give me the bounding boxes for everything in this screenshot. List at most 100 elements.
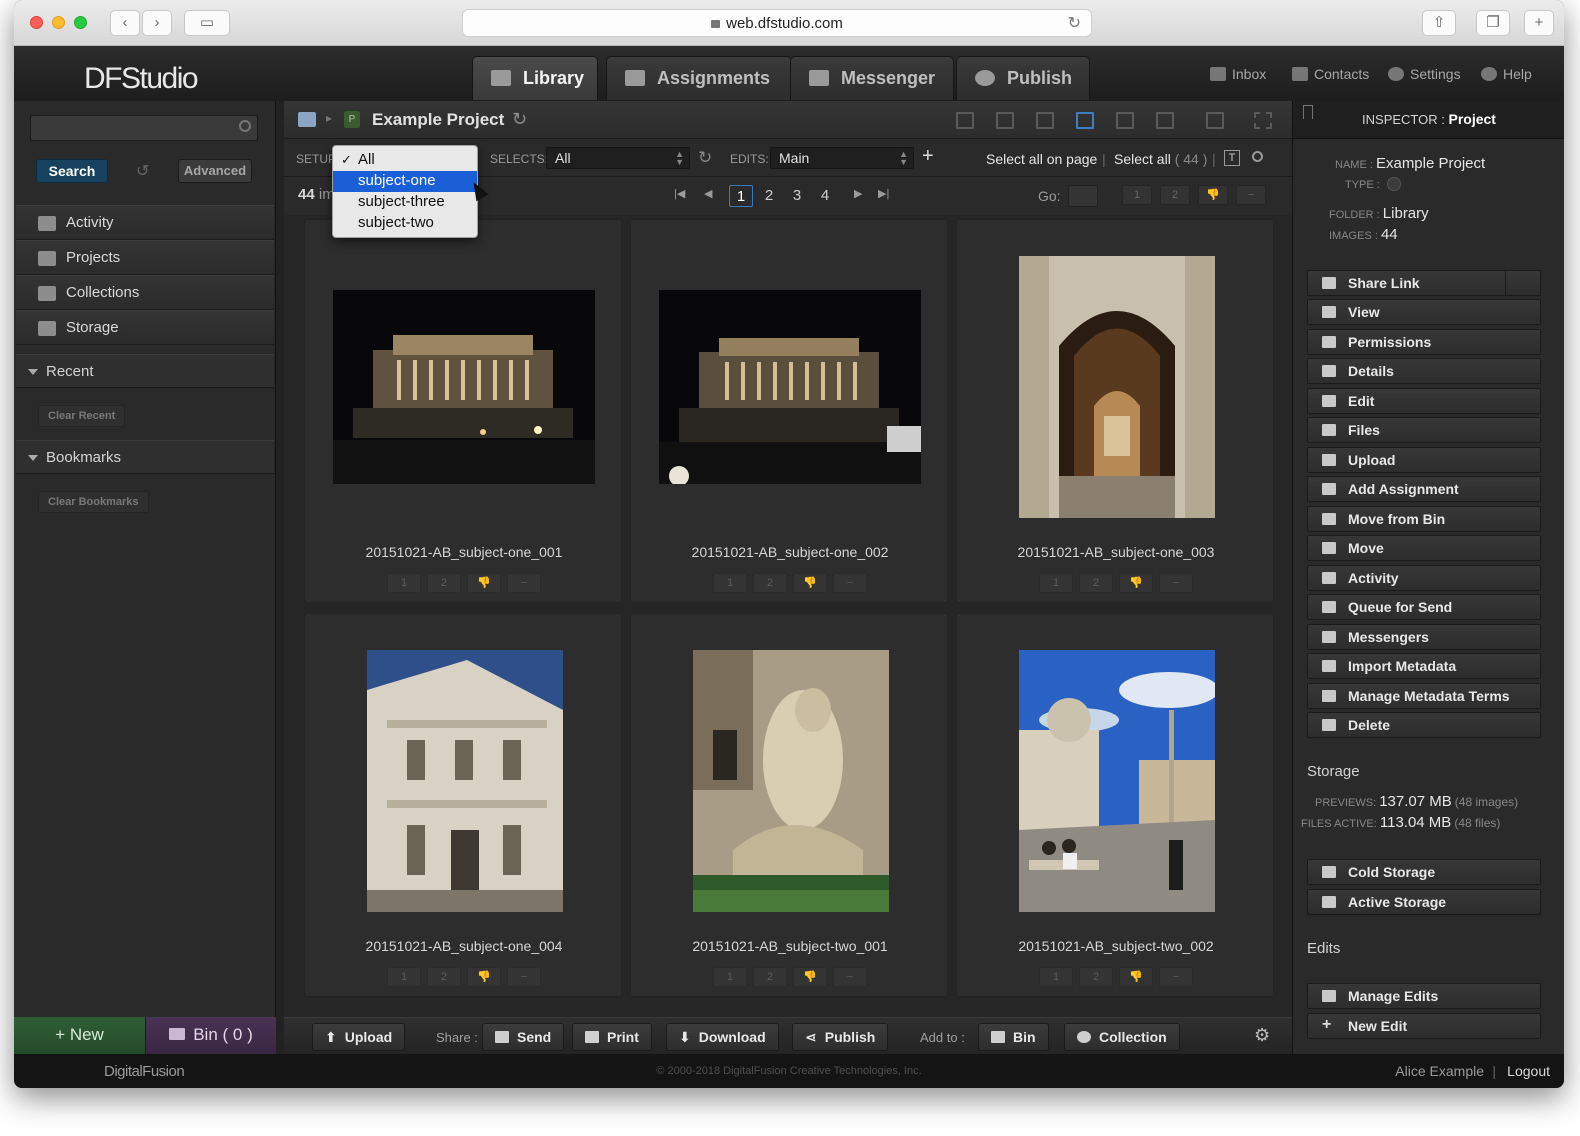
rate-1-button[interactable]: 1 [1039, 967, 1073, 987]
prev-page-icon[interactable]: ◀ [704, 187, 712, 200]
search-button[interactable]: Search [36, 159, 108, 183]
next-page-icon[interactable]: ▶ [854, 187, 862, 200]
thumbnail-card[interactable]: 20151021-AB_subject-one_003 1 2 👎 − [956, 219, 1274, 603]
compact-list-view-icon[interactable] [996, 112, 1014, 129]
rate-1-button[interactable]: 1 [713, 573, 747, 593]
clear-rating-button[interactable]: − [833, 573, 867, 593]
go-page-input[interactable] [1068, 185, 1098, 207]
copy-link-icon[interactable] [1505, 270, 1541, 296]
rate-2-button[interactable]: 2 [753, 967, 787, 987]
rate-1-button[interactable]: 1 [387, 573, 421, 593]
lightbox-view-icon[interactable] [1206, 112, 1224, 129]
settings-link[interactable]: Settings [1388, 66, 1461, 82]
rate-2-button[interactable]: 2 [753, 573, 787, 593]
dropdown-option-subject-three[interactable]: subject-three [333, 192, 477, 213]
publish-button[interactable]: ⋖ Publish [792, 1023, 889, 1051]
photo-thumbnail[interactable] [693, 650, 889, 912]
clear-rating-button[interactable]: − [1159, 573, 1193, 593]
photo-thumbnail[interactable] [659, 290, 921, 484]
reject-button[interactable]: 👎 [467, 573, 501, 593]
refresh-icon[interactable]: ↻ [512, 109, 527, 130]
upload-button[interactable]: ⬆ Upload [312, 1023, 406, 1051]
recent-section-header[interactable]: Recent [16, 354, 274, 388]
move-from-bin-button[interactable]: Move from Bin [1307, 506, 1541, 532]
gear-icon[interactable]: ⚙ [1254, 1025, 1270, 1046]
help-link[interactable]: Help [1481, 66, 1532, 82]
refresh-icon[interactable]: ↻ [698, 148, 712, 168]
reload-icon[interactable]: ↻ [1068, 10, 1081, 37]
tab-assignments[interactable]: Assignments [606, 56, 792, 100]
selects-dropdown[interactable]: All ▲ ▼ [546, 147, 690, 169]
edits-dropdown[interactable]: Main ▲ ▼ [770, 147, 914, 169]
messengers-button[interactable]: Messengers [1307, 624, 1541, 650]
inbox-link[interactable]: Inbox [1210, 66, 1266, 82]
rate-2-button[interactable]: 2 [1079, 573, 1113, 593]
reject-button[interactable]: 👎 [793, 967, 827, 987]
share-link-button[interactable]: Share Link [1307, 270, 1541, 296]
queue-for-send-button[interactable]: Queue for Send [1307, 594, 1541, 620]
minimize-window-button[interactable] [52, 16, 65, 29]
grid-view-icon[interactable] [1076, 112, 1094, 129]
reject-all-button[interactable]: 👎 [1198, 185, 1228, 205]
add-assignment-button[interactable]: Add Assignment [1307, 476, 1541, 502]
zoom-window-button[interactable] [74, 16, 87, 29]
import-metadata-button[interactable]: Import Metadata [1307, 653, 1541, 679]
sidebar-item-projects[interactable]: Projects [16, 240, 274, 275]
new-edit-button[interactable]: + New Edit [1307, 1013, 1541, 1039]
rate-2-button[interactable]: 2 [427, 573, 461, 593]
rate-1-button[interactable]: 1 [387, 967, 421, 987]
photo-thumbnail[interactable] [333, 290, 595, 484]
view-button[interactable]: View [1307, 299, 1541, 325]
thumbnail-card[interactable]: 20151021-AB_subject-one_001 1 2 👎 − [304, 219, 622, 603]
print-button[interactable]: Print [572, 1023, 652, 1051]
new-button[interactable]: + New [14, 1017, 145, 1054]
single-view-icon[interactable] [1116, 112, 1134, 129]
clear-rating-button[interactable]: − [507, 573, 541, 593]
add-edit-icon[interactable]: + [922, 145, 934, 168]
tab-library[interactable]: Library [472, 56, 598, 100]
reject-button[interactable]: 👎 [793, 573, 827, 593]
clear-rating-all-button[interactable]: − [1236, 185, 1266, 205]
select-all-on-page-link[interactable]: Select all on page [986, 151, 1097, 167]
forward-button[interactable]: › [142, 10, 172, 36]
dropdown-option-all[interactable]: ✓ All [333, 150, 477, 171]
tab-publish[interactable]: Publish [956, 56, 1090, 100]
thumbnail-card[interactable]: 20151021-AB_subject-one_002 1 2 👎 − [630, 219, 948, 603]
photo-thumbnail[interactable] [1019, 256, 1215, 518]
rate-1-button[interactable]: 1 [1039, 573, 1073, 593]
logout-link[interactable]: Logout [1507, 1063, 1550, 1079]
clear-rating-button[interactable]: − [1159, 967, 1193, 987]
advanced-search-button[interactable]: Advanced [178, 159, 252, 183]
setup-dropdown-menu[interactable]: ✓ All subject-one subject-three subject-t… [332, 145, 478, 238]
small-grid-view-icon[interactable] [1036, 112, 1054, 129]
activity-button[interactable]: Activity [1307, 565, 1541, 591]
list-view-icon[interactable] [956, 112, 974, 129]
add-to-bin-button[interactable]: Bin [978, 1023, 1049, 1051]
manage-metadata-terms-button[interactable]: Manage Metadata Terms [1307, 683, 1541, 709]
fullscreen-icon[interactable] [1254, 112, 1272, 129]
last-page-icon[interactable]: ▶| [878, 187, 889, 200]
address-bar[interactable]: web.dfstudio.com ↻ [462, 9, 1092, 37]
files-button[interactable]: Files [1307, 417, 1541, 443]
rate-2-button[interactable]: 2 [427, 967, 461, 987]
thumbnail-card[interactable]: 20151021-AB_subject-one_004 1 2 👎 − [304, 613, 622, 997]
page-button-1[interactable]: 1 [729, 185, 753, 207]
photo-thumbnail[interactable] [367, 650, 563, 912]
bin-button[interactable]: Bin ( 0 ) [145, 1017, 276, 1054]
send-button[interactable]: Send [482, 1023, 565, 1051]
back-button[interactable]: ‹ [110, 10, 140, 36]
upload-button[interactable]: Upload [1307, 447, 1541, 473]
active-storage-button[interactable]: Active Storage [1307, 889, 1541, 915]
sidebar-item-storage[interactable]: Storage [16, 310, 274, 345]
rate-2-button[interactable]: 2 [1079, 967, 1113, 987]
photo-thumbnail[interactable] [1019, 650, 1215, 912]
sidebar-toggle-button[interactable]: ▭ [184, 10, 230, 36]
new-tab-button[interactable]: + [1524, 10, 1554, 36]
tabs-overview-button[interactable]: ❐ [1476, 10, 1510, 36]
first-page-icon[interactable]: |◀ [674, 187, 685, 200]
reject-button[interactable]: 👎 [1119, 573, 1153, 593]
bookmarks-section-header[interactable]: Bookmarks [16, 440, 274, 474]
close-window-button[interactable] [30, 16, 43, 29]
text-overlay-icon[interactable]: T [1224, 150, 1240, 166]
reject-button[interactable]: 👎 [1119, 967, 1153, 987]
